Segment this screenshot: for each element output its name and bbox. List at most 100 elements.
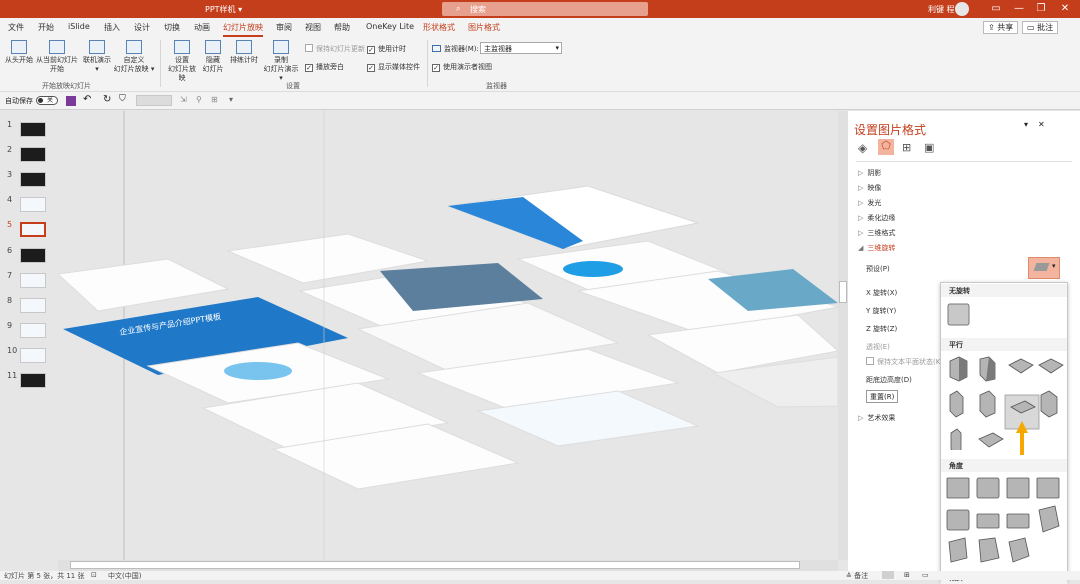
section-shadow[interactable]: ▷ 阴影 <box>858 168 881 178</box>
preset-no-rotation[interactable] <box>947 303 971 327</box>
format-painter-icon[interactable]: ⇲ <box>180 95 187 104</box>
ribbon-divider <box>160 40 161 87</box>
tab-shape-format[interactable]: 形状格式 <box>423 22 455 33</box>
section-soft-edges[interactable]: ▷ 柔化边缘 <box>858 213 895 223</box>
tab-onekey[interactable]: OneKey Lite <box>366 22 414 31</box>
ribbon-display-icon[interactable]: ▭ <box>985 2 1007 16</box>
share-button[interactable]: ⇪ 共享 <box>983 21 1019 34</box>
section-artistic-effects[interactable]: ▷ 艺术效果 <box>858 413 895 423</box>
from-current-button[interactable]: 从当前幻灯片 开始 <box>36 40 78 74</box>
y-rotation-label: Y 旋转(Y) <box>866 307 897 315</box>
chevron-down-icon: ▾ <box>555 44 559 52</box>
vertical-scrollbar[interactable] <box>838 111 848 560</box>
section-glow[interactable]: ▷ 发光 <box>858 198 881 208</box>
from-beginning-button[interactable]: 从头开始 <box>4 40 34 65</box>
autosave-label: 自动保存 <box>5 97 33 105</box>
slide-thumbnail-selected[interactable] <box>20 222 46 237</box>
play-narrations-checkbox[interactable]: ✓ 播放旁白 <box>305 62 344 72</box>
tab-insert[interactable]: 插入 <box>104 22 120 33</box>
comments-button[interactable]: ▭ 批注 <box>1022 21 1059 34</box>
close-button[interactable]: ✕ <box>1054 2 1076 16</box>
setup-icon <box>174 40 190 54</box>
group-monitors-label: 监视器 <box>486 82 507 90</box>
save-icon[interactable] <box>66 96 76 106</box>
slide-mockup-image[interactable]: 企业宣传与产品介绍PPT模板 <box>58 111 838 560</box>
redo-icon[interactable]: ↻ <box>103 94 111 105</box>
tab-design[interactable]: 设计 <box>134 22 150 33</box>
hide-slide-button[interactable]: 隐藏 幻灯片 <box>200 40 226 74</box>
slide-canvas[interactable]: 企业宣传与产品介绍PPT模板 <box>58 111 838 560</box>
setup-slideshow-button[interactable]: 设置 幻灯片放映 <box>165 40 199 83</box>
show-media-checkbox[interactable]: ✓ 显示媒体控件 <box>367 62 420 72</box>
keep-text-flat-checkbox[interactable]: 保持文本平面状态(K) <box>866 357 943 367</box>
fill-line-icon[interactable]: ◈ <box>858 141 867 155</box>
avatar[interactable] <box>955 2 969 16</box>
slide-thumbnail[interactable] <box>20 298 46 313</box>
customize-icon[interactable]: ▾ <box>229 95 233 104</box>
section-3d-rotation[interactable]: ◢ 三维旋转 <box>858 243 895 253</box>
effects-icon[interactable]: ⬠ <box>878 139 894 155</box>
user-name[interactable]: 利键 程 <box>928 4 955 15</box>
slide-thumbnail[interactable] <box>20 248 46 263</box>
horizontal-scrollbar[interactable] <box>58 560 838 571</box>
tab-animations[interactable]: 动画 <box>194 22 210 33</box>
pane-close-icon[interactable]: ✕ <box>1038 120 1045 129</box>
font-size-box[interactable] <box>136 95 172 106</box>
undo-icon[interactable]: ↶ <box>83 94 91 105</box>
picture-icon[interactable]: ▣ <box>924 141 934 154</box>
use-timings-checkbox[interactable]: ✓ 使用计时 <box>367 44 406 54</box>
timer-icon <box>236 40 252 54</box>
accessibility-icon[interactable]: ⊡ <box>91 571 97 579</box>
slide-number: 3 <box>7 170 13 179</box>
pane-options-icon[interactable]: ▾ <box>1024 120 1028 129</box>
slide-number: 1 <box>7 120 13 129</box>
slide-thumbnail[interactable] <box>20 273 46 288</box>
presenter-view-checkbox[interactable]: ✓ 使用演示者视图 <box>432 62 492 72</box>
tab-home[interactable]: 开始 <box>38 22 54 33</box>
custom-show-button[interactable]: 自定义 幻灯片放映 ▾ <box>113 40 155 74</box>
reset-button[interactable]: 重置(R) <box>866 390 899 403</box>
parallel-presets[interactable] <box>945 355 1065 450</box>
search-box[interactable]: ⌕ 搜索 <box>442 2 648 16</box>
slide-thumbnail[interactable] <box>20 147 46 162</box>
reading-view-icon[interactable]: ▭ <box>922 571 929 579</box>
perspective-presets[interactable] <box>945 476 1067 566</box>
online-present-button[interactable]: 联机演示 ▾ <box>82 40 112 74</box>
normal-view-icon[interactable] <box>882 571 894 579</box>
scrollbar-thumb[interactable] <box>70 561 800 569</box>
slide-sorter-icon[interactable]: ⊞ <box>904 571 910 579</box>
slide-thumbnail[interactable] <box>20 122 46 137</box>
slide-thumbnail[interactable] <box>20 373 46 388</box>
parallel-heading: 平行 <box>949 341 963 349</box>
rehearse-timings-button[interactable]: 排练计时 <box>229 40 259 65</box>
tab-file[interactable]: 文件 <box>8 22 24 33</box>
tab-view[interactable]: 视图 <box>305 22 321 33</box>
minimize-button[interactable]: — <box>1008 2 1030 16</box>
perspective-label: 透视(E) <box>866 343 890 351</box>
tab-review[interactable]: 审阅 <box>276 22 292 33</box>
present-icon[interactable]: ⛉ <box>119 94 126 104</box>
maximize-button[interactable]: ❐ <box>1030 2 1052 16</box>
slide-number: 11 <box>7 371 18 380</box>
tab-slideshow[interactable]: 幻灯片放映 <box>223 22 263 37</box>
slide-thumbnail[interactable] <box>20 197 46 212</box>
slide-thumbnail[interactable] <box>20 348 46 363</box>
tab-islide[interactable]: iSlide <box>68 22 90 31</box>
tab-picture-format[interactable]: 图片格式 <box>468 22 500 33</box>
slide-thumbnail[interactable] <box>20 323 46 338</box>
slide-thumbnail-panel: 1 2 3 4 5 6 7 8 9 10 11 <box>0 111 58 571</box>
slide-thumbnail[interactable] <box>20 172 46 187</box>
section-3d-format[interactable]: ▷ 三维格式 <box>858 228 895 238</box>
document-title[interactable]: PPT样机 ▾ <box>205 4 242 15</box>
tab-transitions[interactable]: 切换 <box>164 22 180 33</box>
monitor-dropdown[interactable]: 主监视器 ▾ <box>480 42 562 54</box>
table-icon[interactable]: ⊞ <box>211 95 218 104</box>
tab-help[interactable]: 帮助 <box>334 22 350 33</box>
keep-updated-checkbox[interactable]: 保持幻灯片更新 <box>305 44 365 54</box>
record-slideshow-button[interactable]: 录制 幻灯片演示 ▾ <box>261 40 301 83</box>
toggle-knob-icon <box>38 98 43 103</box>
paint-icon[interactable]: ⚲ <box>196 95 202 104</box>
scrollbar-thumb[interactable] <box>839 281 847 303</box>
section-reflection[interactable]: ▷ 映像 <box>858 183 881 193</box>
size-properties-icon[interactable]: ⊞ <box>902 141 911 154</box>
